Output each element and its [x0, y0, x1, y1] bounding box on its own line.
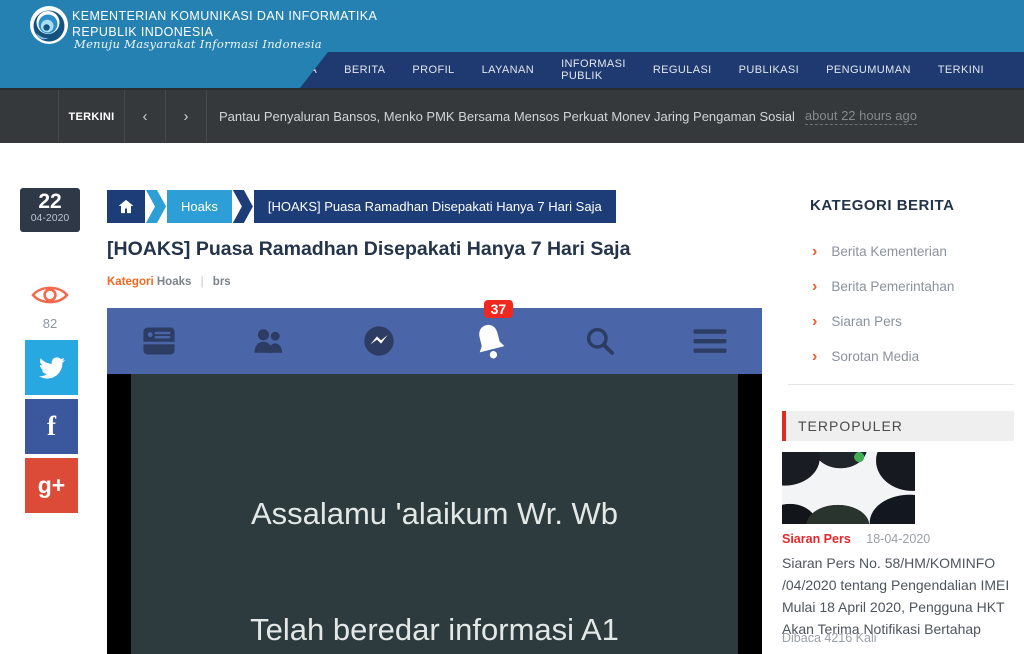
news-ticker: TERKINI ‹ › Pantau Penyaluran Bansos, Me… [0, 88, 1024, 143]
sidebar-divider [788, 384, 1014, 385]
search-icon [578, 325, 622, 357]
ticker-label: TERKINI [58, 90, 124, 143]
site-header: KEMENTERIAN KOMUNIKASI DAN INFORMATIKA R… [0, 0, 1024, 88]
googleplus-icon: g+ [38, 472, 65, 499]
home-icon [118, 199, 134, 214]
ministry-line1: KEMENTERIAN KOMUNIKASI DAN INFORMATIKA [72, 9, 377, 23]
nav-item-publikasi[interactable]: PUBLIKASI [739, 64, 799, 76]
sidebar-category-list: › Berita Kementerian › Berita Pemerintah… [812, 234, 954, 374]
screenshot-body: Assalamu 'alaikum Wr. Wb Telah beredar i… [131, 374, 738, 654]
article-meta: Kategori Hoaks | brs [107, 276, 231, 288]
article-date-badge: 22 04-2020 [20, 188, 80, 232]
breadcrumb-separator-icon [146, 190, 166, 223]
ticker-spacer [0, 90, 58, 143]
facebook-app-bar: 37 [107, 308, 762, 374]
view-counter: 82 [20, 282, 80, 331]
popular-article-title-link[interactable]: Siaran Pers No. 58/HM/KOMINFO /04/2020 t… [782, 552, 1018, 640]
chevron-right-icon: › [812, 349, 817, 365]
breadcrumb-category-link[interactable]: Hoaks [167, 190, 232, 223]
screenshot-text-line2: Telah beredar informasi A1 [131, 612, 738, 648]
ticker-prev-button[interactable]: ‹ [124, 90, 165, 143]
sidebar-item-berita-kementerian[interactable]: › Berita Kementerian [812, 234, 954, 269]
sidebar-kategori-heading: KATEGORI BERITA [810, 197, 954, 214]
chevron-right-icon: › [812, 314, 817, 330]
date-month-year: 04-2020 [20, 212, 80, 224]
friends-icon [247, 326, 291, 356]
notifications-bell-icon: 37 [468, 322, 512, 360]
article-title: [HOAKS] Puasa Ramadhan Disepakati Hanya … [107, 238, 767, 261]
ticker-next-button[interactable]: › [165, 90, 206, 143]
terpopuler-heading: TERPOPULER [782, 411, 1014, 441]
chevron-right-icon: › [812, 244, 817, 260]
sidebar-item-label: Berita Kementerian [831, 244, 947, 259]
sidebar-item-siaran-pers[interactable]: › Siaran Pers [812, 304, 954, 339]
nav-item-terkini[interactable]: TERKINI [938, 64, 984, 76]
nav-item-pengumuman[interactable]: PENGUMUMAN [826, 64, 911, 76]
nav-item-profil[interactable]: PROFIL [412, 64, 454, 76]
share-twitter-button[interactable] [25, 340, 78, 395]
kategori-value-link[interactable]: Hoaks [157, 276, 192, 288]
share-facebook-button[interactable]: f [25, 399, 78, 454]
nav-item-informasi-publik[interactable]: INFORMASI PUBLIK [561, 58, 626, 82]
sidebar-item-label: Berita Pemerintahan [831, 279, 954, 294]
kategori-label: Kategori [107, 276, 154, 288]
hamburger-menu-icon [688, 328, 732, 354]
screenshot-text-line1: Assalamu 'alaikum Wr. Wb [131, 496, 738, 532]
ministry-title: KEMENTERIAN KOMUNIKASI DAN INFORMATIKA R… [72, 9, 377, 39]
ticker-timestamp-text: about 22 hours ago [805, 108, 917, 125]
ticker-timestamp: about 22 hours ago [805, 90, 917, 143]
breadcrumb: Hoaks [HOAKS] Puasa Ramadhan Disepakati … [107, 190, 616, 223]
nav-item-regulasi[interactable]: REGULASI [653, 64, 712, 76]
eye-icon [30, 282, 70, 308]
messenger-icon [357, 325, 401, 357]
sidebar-item-label: Siaran Pers [831, 314, 902, 329]
kominfo-logo-icon[interactable] [30, 6, 68, 44]
twitter-icon [39, 355, 65, 381]
article-image: 37 Assalamu 'alaikum Wr. Wb Telah bereda… [107, 308, 762, 654]
nav-item-beranda[interactable]: BERANDA [261, 64, 317, 76]
sidebar-item-sorotan-media[interactable]: › Sorotan Media [812, 339, 954, 374]
sidebar-item-label: Sorotan Media [831, 349, 919, 364]
date-day: 22 [20, 192, 80, 212]
ticker-headline-link[interactable]: Pantau Penyaluran Bansos, Menko PMK Bers… [206, 90, 795, 143]
nav-item-berita[interactable]: BERITA [344, 64, 385, 76]
newsfeed-icon [137, 326, 181, 356]
nav-item-layanan[interactable]: LAYANAN [482, 64, 535, 76]
sidebar-item-berita-pemerintahan[interactable]: › Berita Pemerintahan [812, 269, 954, 304]
popular-article-meta: Siaran Pers 18-04-2020 [782, 532, 930, 546]
breadcrumb-current-page: [HOAKS] Puasa Ramadhan Disepakati Hanya … [254, 190, 616, 223]
main-navigation: BERANDA BERITA PROFIL LAYANAN INFORMASI … [300, 52, 1024, 88]
article-author: brs [213, 276, 231, 288]
view-count: 82 [20, 316, 80, 331]
popular-category-link[interactable]: Siaran Pers [782, 532, 851, 546]
share-googleplus-button[interactable]: g+ [25, 458, 78, 513]
meta-separator: | [195, 276, 210, 288]
chevron-right-icon: › [812, 279, 817, 295]
page: KEMENTERIAN KOMUNIKASI DAN INFORMATIKA R… [0, 0, 1024, 654]
ministry-tagline: Menuju Masyarakat Informasi Indonesia [74, 37, 322, 51]
breadcrumb-separator-icon [233, 190, 253, 223]
popular-article-thumbnail[interactable] [782, 452, 915, 524]
notification-badge: 37 [484, 300, 514, 318]
breadcrumb-home-link[interactable] [107, 190, 145, 223]
popular-date: 18-04-2020 [866, 532, 930, 546]
popular-read-count: Dibaca 4216 Kali [782, 631, 877, 645]
facebook-icon: f [47, 411, 56, 442]
